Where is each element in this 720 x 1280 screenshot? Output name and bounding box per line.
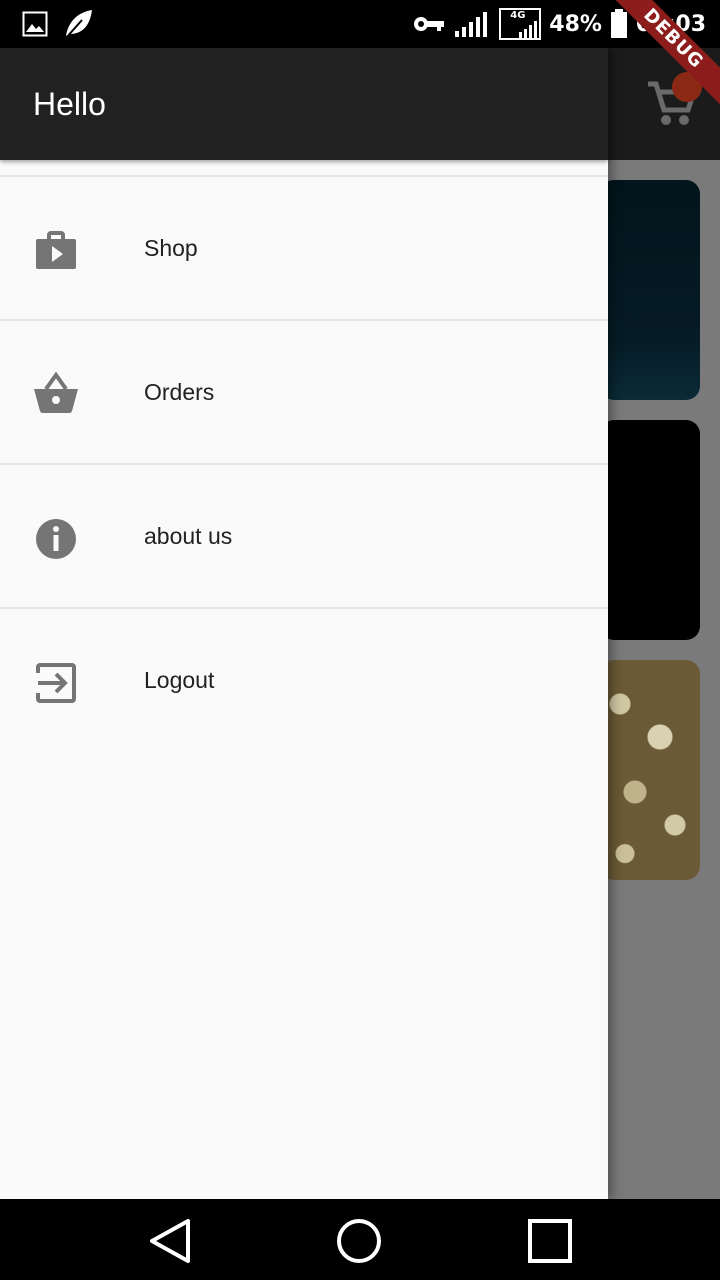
product-card[interactable] [600, 660, 700, 880]
back-icon[interactable] [146, 1217, 194, 1265]
status-bar: 4G 48% 09:03 [0, 0, 720, 48]
leaf-icon [65, 10, 92, 39]
navigation-drawer: Hello Shop Orders about us Logout [0, 48, 608, 1199]
menu-item-label: about us [144, 523, 233, 549]
system-navigation-bar [0, 1199, 720, 1280]
battery-percent: 48% [549, 11, 602, 37]
image-icon [22, 11, 48, 37]
signal-icon [455, 12, 488, 37]
menu-item-orders[interactable]: Orders [0, 321, 608, 463]
drawer-title: Hello [33, 86, 106, 122]
product-card[interactable] [600, 180, 700, 400]
menu-item-label: Logout [144, 667, 215, 693]
product-card[interactable] [600, 420, 700, 640]
info-icon [36, 519, 76, 559]
recents-icon[interactable] [526, 1217, 574, 1265]
menu-item-about-us[interactable]: about us [0, 465, 608, 607]
exit-icon [36, 663, 76, 703]
battery-icon [610, 9, 627, 38]
home-icon[interactable] [335, 1217, 383, 1265]
basket-icon [34, 371, 78, 414]
shop-icon [36, 231, 76, 269]
menu-item-label: Orders [144, 379, 215, 405]
vpn-key-icon [414, 17, 445, 31]
drawer-header: Hello [0, 48, 608, 160]
menu-item-logout[interactable]: Logout [0, 609, 608, 751]
menu-item-shop[interactable]: Shop [0, 177, 608, 319]
menu-item-label: Shop [144, 235, 198, 261]
network-indicator: 4G [499, 8, 542, 40]
